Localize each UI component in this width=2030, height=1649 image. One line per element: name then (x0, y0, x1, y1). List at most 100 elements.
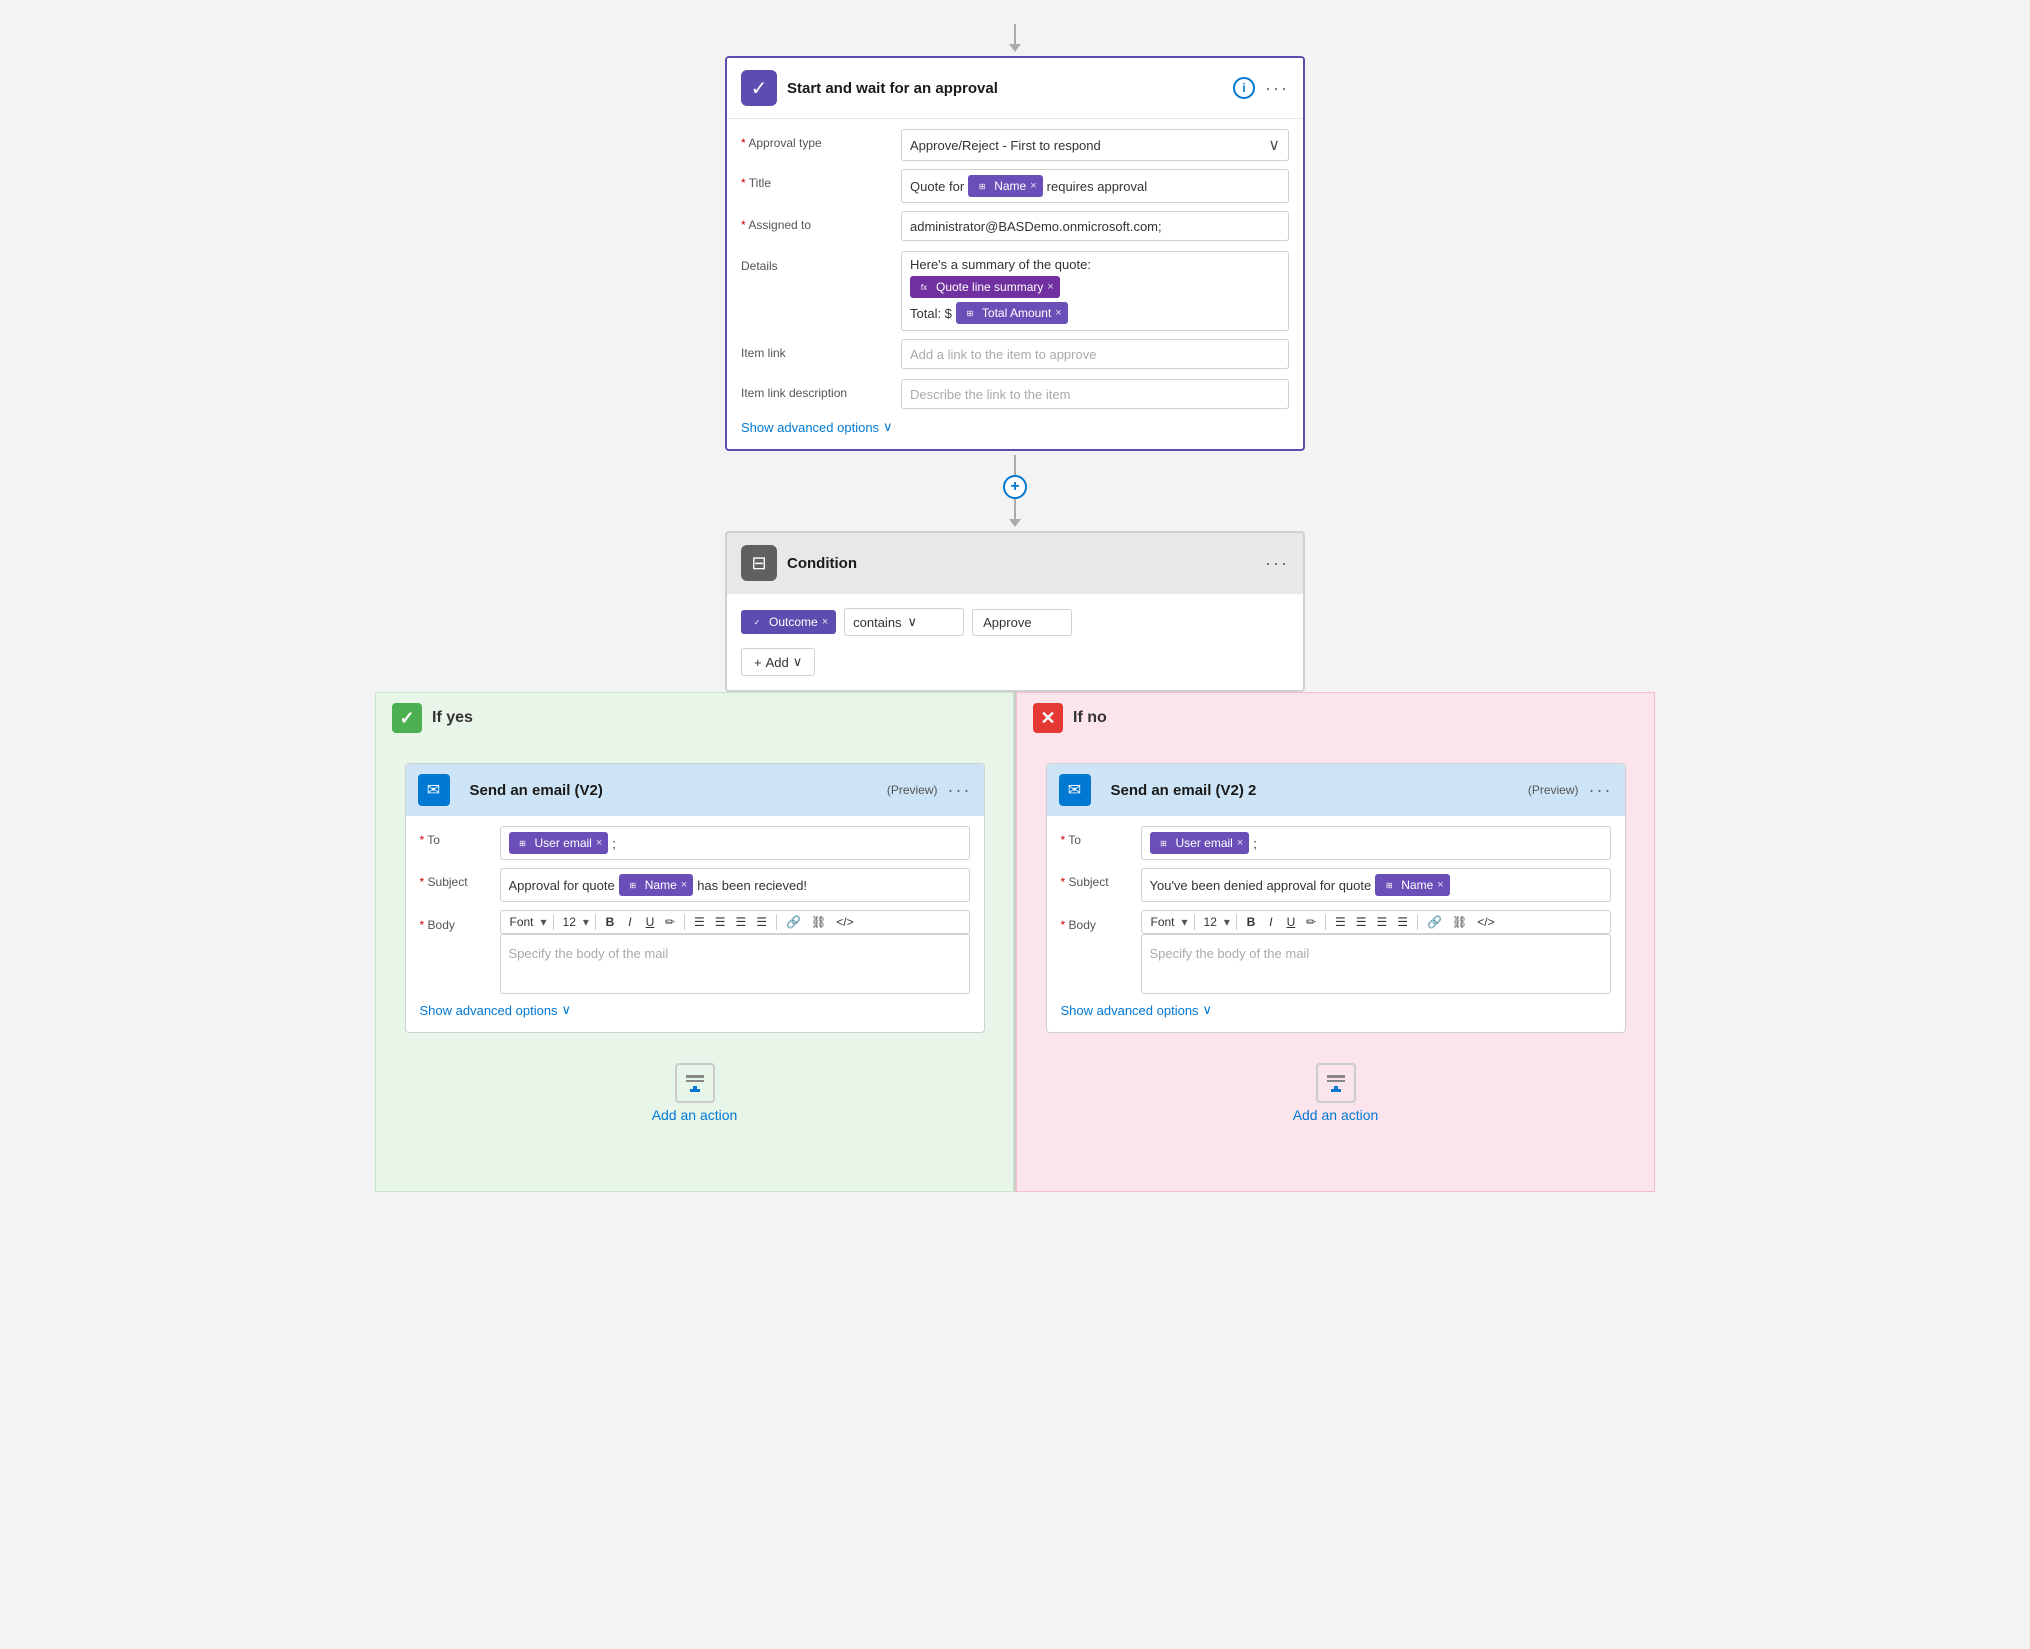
email-no-menu[interactable]: ··· (1589, 780, 1613, 801)
email-yes-subject-row: Subject Approval for quote ⊞ Name × has … (420, 868, 970, 902)
highlight-btn-yes[interactable]: ✏ (662, 914, 678, 930)
outcome-token-icon: ✓ (749, 614, 765, 630)
total-token-close[interactable]: × (1055, 307, 1061, 319)
condition-header-icon: ⊟ (741, 545, 777, 581)
email-no-subject-field[interactable]: You've been denied approval for quote ⊞ … (1141, 868, 1611, 902)
font-dropdown-no[interactable]: ▾ (1182, 915, 1188, 929)
email-no-body: To ⊞ User email × ; (1047, 816, 1625, 1032)
approve-value: Approve (983, 615, 1031, 630)
email-no-body-textarea[interactable]: Specify the body of the mail (1141, 934, 1611, 994)
email-yes-body-label: Body (420, 910, 500, 932)
email-yes-show-advanced[interactable]: Show advanced options ∨ (420, 1002, 970, 1018)
add-action-yes[interactable]: Add an action (652, 1063, 738, 1123)
details-label: Details (741, 251, 901, 273)
details-field[interactable]: Here's a summary of the quote: fx Quote … (901, 251, 1289, 331)
branch-x-icon: ✕ (1033, 703, 1063, 733)
indent-left-no[interactable]: ☰ (1374, 914, 1391, 930)
branches-container: ✓ If yes ✉ Send an email (V2) (Preview) … (375, 692, 1655, 1192)
approval-check-icon: ✓ (751, 76, 768, 101)
email-yes-show-advanced-chevron: ∨ (562, 1002, 572, 1018)
highlight-btn-no[interactable]: ✏ (1303, 914, 1319, 930)
assigned-to-field[interactable]: administrator@BASDemo.onmicrosoft.com; (901, 211, 1289, 241)
font-size-yes[interactable]: 12 (560, 914, 579, 930)
top-connector (1009, 24, 1021, 52)
plus-connector[interactable]: + (1003, 455, 1027, 527)
email-no-toolbar: Font ▾ 12 ▾ B I U ✏ (1141, 910, 1611, 934)
font-selector-yes[interactable]: Font (507, 914, 537, 930)
item-link-field[interactable]: Add a link to the item to approve (901, 339, 1289, 369)
add-action-label-no: Add an action (1293, 1107, 1379, 1123)
branch-yes-label: If yes (432, 709, 473, 727)
link-btn-yes[interactable]: 🔗 (783, 914, 804, 930)
connector-arrow-head (1009, 44, 1021, 52)
item-link-desc-field[interactable]: Describe the link to the item (901, 379, 1289, 409)
db-icon-email-yes: ⊞ (515, 835, 531, 851)
fx-icon: fx (916, 279, 932, 295)
condition-card-title: Condition (787, 555, 1265, 572)
italic-btn-no[interactable]: I (1263, 914, 1279, 930)
title-prefix: Quote for (910, 179, 964, 194)
plus-circle-button[interactable]: + (1003, 475, 1027, 499)
details-line1: Here's a summary of the quote: (910, 257, 1280, 272)
code-btn-yes[interactable]: </> (833, 914, 856, 930)
indent-left-yes[interactable]: ☰ (733, 914, 750, 930)
ol-btn-no[interactable]: ☰ (1353, 914, 1370, 930)
email-no-ellipsis[interactable]: ··· (1589, 780, 1613, 801)
name-token-subject-close-yes[interactable]: × (681, 879, 687, 891)
email-yes-ellipsis[interactable]: ··· (948, 780, 972, 801)
font-dropdown-yes[interactable]: ▾ (541, 915, 547, 929)
name-token-close[interactable]: × (1030, 180, 1036, 192)
user-email-token-yes: ⊞ User email × (509, 832, 609, 854)
approval-type-field[interactable]: Approve/Reject - First to respond ∨ (901, 129, 1289, 161)
details-line2: Total: $ (910, 306, 952, 321)
approve-field[interactable]: Approve (972, 609, 1072, 636)
indent-right-no[interactable]: ☰ (1394, 914, 1411, 930)
email-no-show-advanced[interactable]: Show advanced options ∨ (1061, 1002, 1611, 1018)
email-yes-body-textarea[interactable]: Specify the body of the mail (500, 934, 970, 994)
underline-btn-yes[interactable]: U (642, 914, 658, 930)
indent-right-yes[interactable]: ☰ (753, 914, 770, 930)
size-dropdown-no[interactable]: ▾ (1224, 915, 1230, 929)
email-yes-to-field[interactable]: ⊞ User email × ; (500, 826, 970, 860)
size-dropdown-yes[interactable]: ▾ (583, 915, 589, 929)
contains-value: contains (853, 615, 901, 630)
approval-info-button[interactable]: i (1233, 77, 1255, 99)
ul-btn-yes[interactable]: ☰ (691, 914, 708, 930)
user-email-token-close-no[interactable]: × (1237, 837, 1243, 849)
unlink-btn-yes[interactable]: ⛓ (808, 914, 829, 930)
approval-header-actions: i ··· (1233, 77, 1289, 99)
font-selector-no[interactable]: Font (1148, 914, 1178, 930)
link-btn-no[interactable]: 🔗 (1424, 914, 1445, 930)
user-email-token-no: ⊞ User email × (1150, 832, 1250, 854)
outcome-token-close[interactable]: × (822, 616, 828, 628)
email-no-subtitle: (Preview) (1528, 783, 1579, 797)
email-yes-icon: ✉ (418, 774, 450, 806)
email-yes-subject-field[interactable]: Approval for quote ⊞ Name × has been rec… (500, 868, 970, 902)
email-yes-menu[interactable]: ··· (948, 780, 972, 801)
user-email-token-close-yes[interactable]: × (596, 837, 602, 849)
ol-btn-yes[interactable]: ☰ (712, 914, 729, 930)
underline-btn-no[interactable]: U (1283, 914, 1299, 930)
approval-menu-button[interactable]: ··· (1265, 78, 1289, 99)
font-size-no[interactable]: 12 (1201, 914, 1220, 930)
title-field[interactable]: Quote for ⊞ Name × requires approval (901, 169, 1289, 203)
branch-yes: ✓ If yes ✉ Send an email (V2) (Preview) … (375, 692, 1014, 1192)
quote-token-close[interactable]: × (1047, 281, 1053, 293)
email-no-subject-row: Subject You've been denied approval for … (1061, 868, 1611, 902)
add-condition-button[interactable]: + Add ∨ (741, 648, 815, 676)
bold-btn-no[interactable]: B (1243, 914, 1259, 930)
italic-btn-yes[interactable]: I (622, 914, 638, 930)
approval-show-advanced[interactable]: Show advanced options ∨ (741, 419, 1289, 435)
code-btn-no[interactable]: </> (1474, 914, 1497, 930)
email-no-to-field[interactable]: ⊞ User email × ; (1141, 826, 1611, 860)
bold-btn-yes[interactable]: B (602, 914, 618, 930)
ul-btn-no[interactable]: ☰ (1332, 914, 1349, 930)
branch-no-label: If no (1073, 709, 1107, 727)
contains-dropdown[interactable]: contains ∨ (844, 608, 964, 636)
unlink-btn-no[interactable]: ⛓ (1449, 914, 1470, 930)
item-link-placeholder: Add a link to the item to approve (910, 347, 1096, 362)
name-token-subject-close-no[interactable]: × (1437, 879, 1443, 891)
email-no-to-label: To (1061, 826, 1141, 847)
condition-menu-button[interactable]: ··· (1265, 553, 1289, 574)
add-action-no[interactable]: Add an action (1293, 1063, 1379, 1123)
